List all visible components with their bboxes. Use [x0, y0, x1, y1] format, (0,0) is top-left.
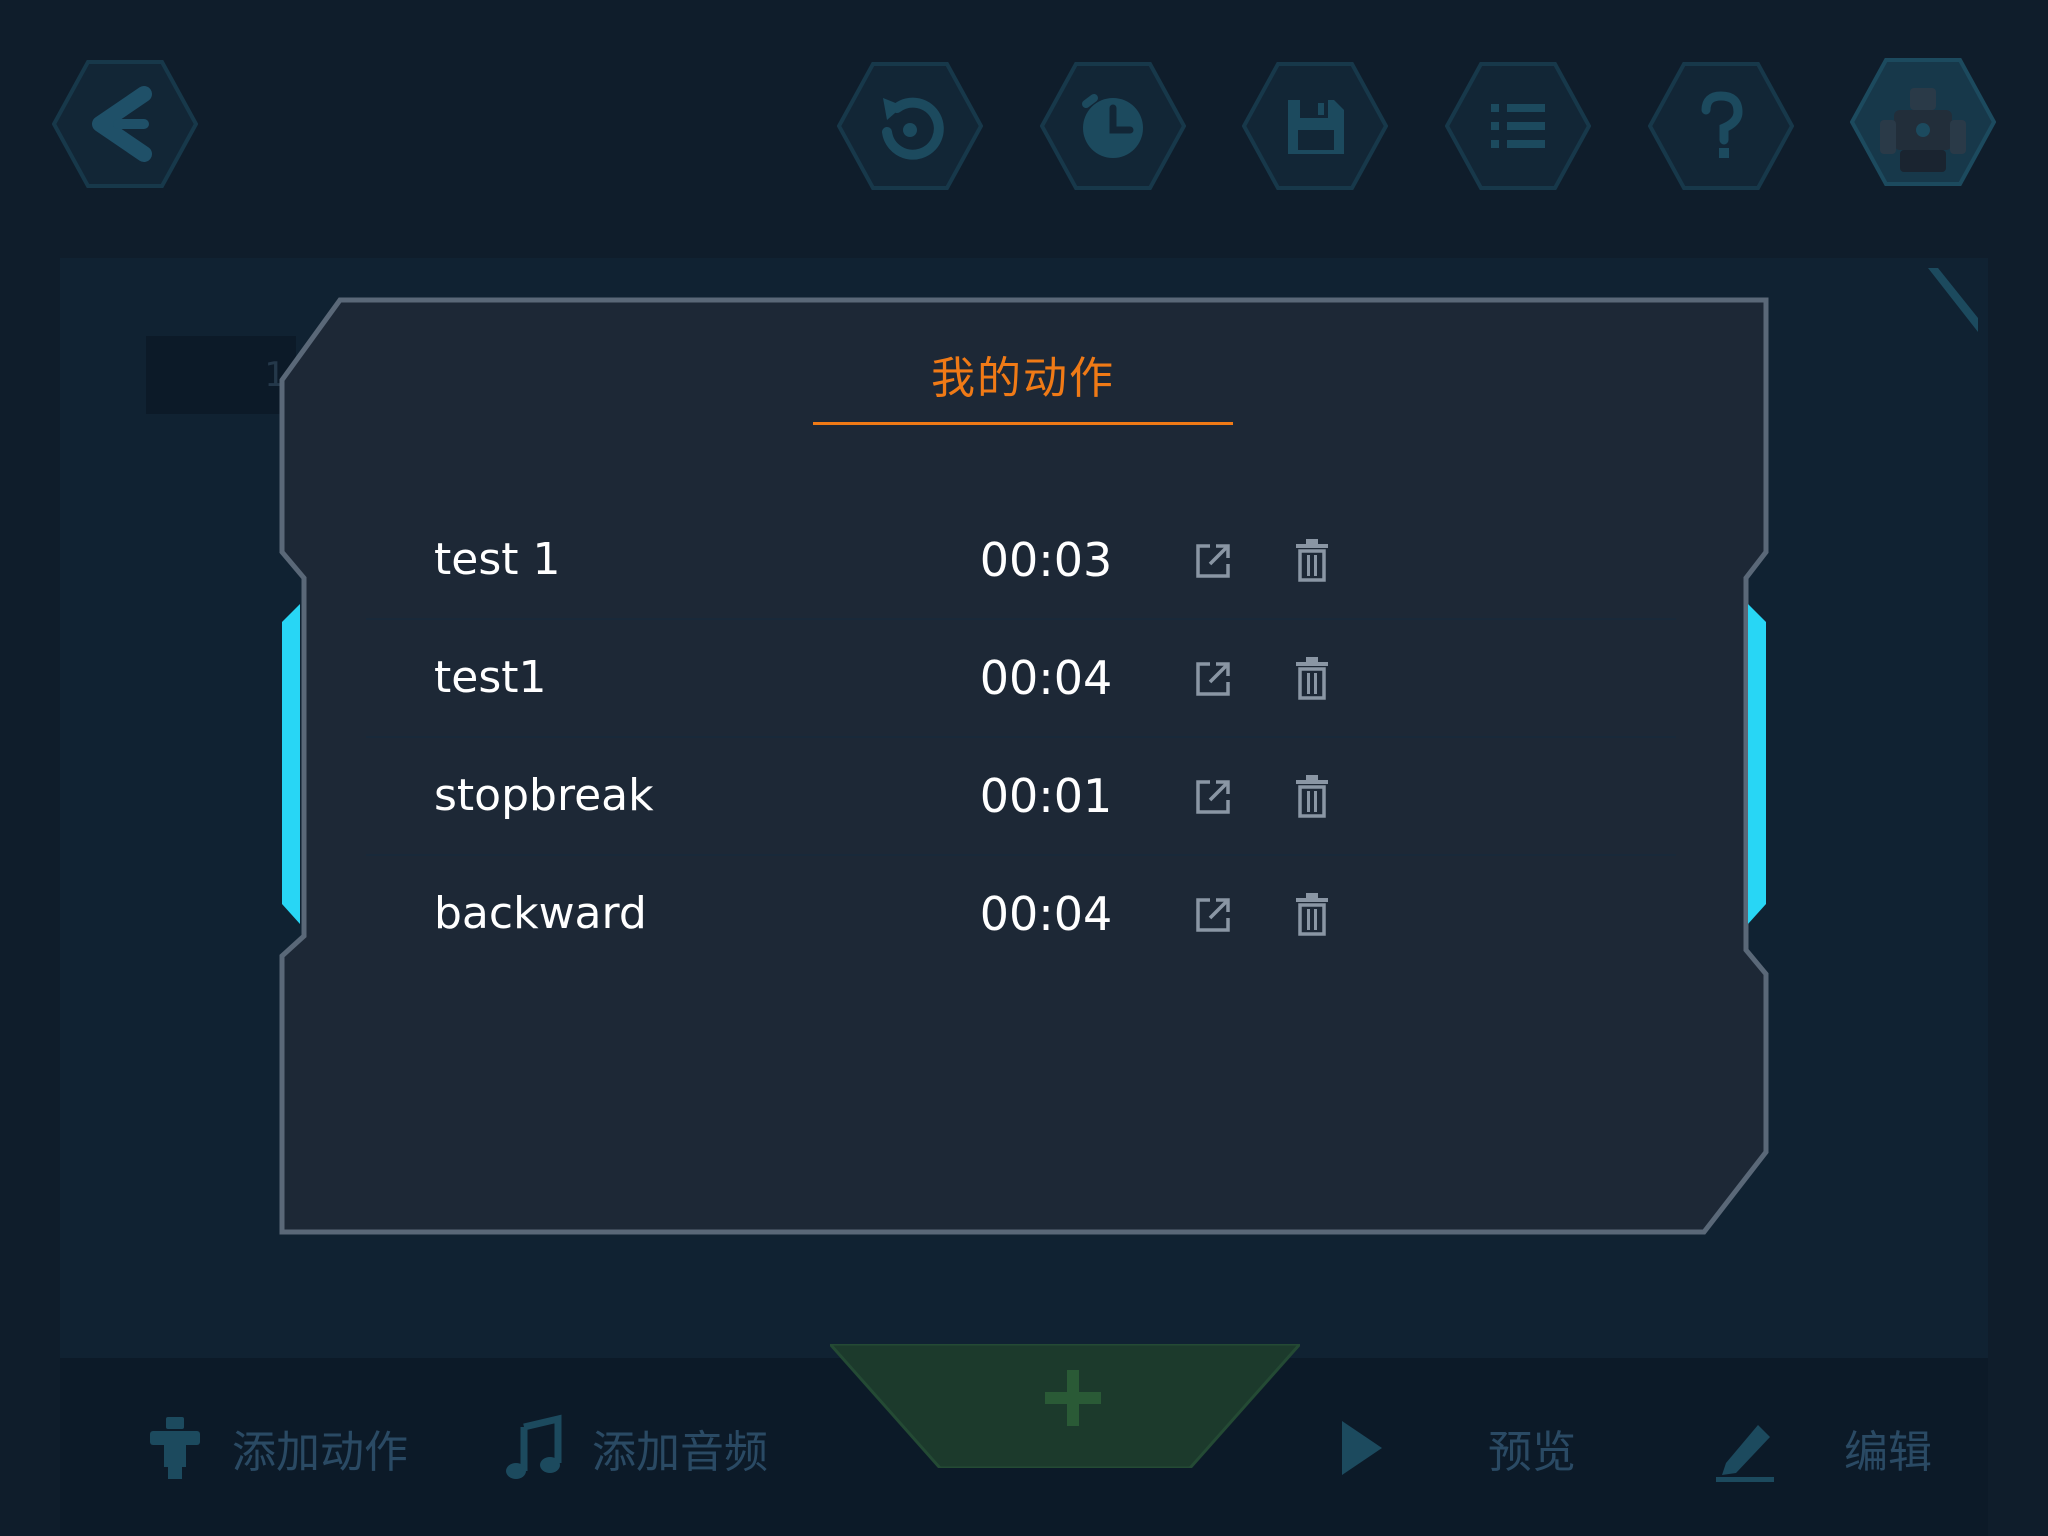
edit-label: 编辑: [1844, 1427, 1932, 1478]
help-icon: [1648, 62, 1794, 190]
add-audio-label: 添加音频: [592, 1427, 768, 1478]
reset-icon: [837, 62, 983, 190]
action-list: test 1 00:03 test1 00:04 stopbreak 00:01…: [366, 502, 1676, 972]
action-duration: 00:04: [979, 887, 1113, 941]
trash-icon[interactable]: [1292, 774, 1332, 818]
edit-button[interactable]: 编辑: [1712, 1408, 1932, 1488]
pencil-icon: [1712, 1413, 1782, 1483]
export-icon[interactable]: [1194, 658, 1234, 698]
export-icon[interactable]: [1194, 540, 1234, 580]
add-action-button[interactable]: 添加动作: [140, 1408, 408, 1488]
trash-icon[interactable]: [1292, 892, 1332, 936]
add-audio-button[interactable]: 添加音频: [500, 1408, 768, 1488]
export-icon[interactable]: [1194, 776, 1234, 816]
robot-icon: [1850, 58, 1996, 186]
action-row[interactable]: test1 00:04: [366, 620, 1676, 738]
clock-icon: [1040, 62, 1186, 190]
plus-icon: [830, 1344, 1300, 1468]
trash-icon[interactable]: [1292, 538, 1332, 582]
music-note-icon: [500, 1413, 570, 1483]
preview-button[interactable]: 预览: [1336, 1408, 1576, 1488]
action-name: stopbreak: [434, 770, 654, 821]
robot-figure-icon: [140, 1413, 210, 1483]
action-duration: 00:03: [979, 533, 1113, 587]
action-name: test1: [434, 652, 547, 703]
action-row[interactable]: backward 00:04: [366, 856, 1676, 972]
action-row[interactable]: test 1 00:03: [366, 502, 1676, 620]
action-editor-screen: 1 添加动作 添加音频 预览 编辑 我的动作 test 1 00:03 test…: [0, 0, 2048, 1536]
action-name: backward: [434, 888, 647, 939]
action-duration: 00:04: [979, 651, 1113, 705]
reset-button[interactable]: [837, 60, 983, 192]
play-icon: [1336, 1413, 1406, 1483]
export-icon[interactable]: [1194, 894, 1234, 934]
save-button[interactable]: [1242, 60, 1388, 192]
trash-icon[interactable]: [1292, 656, 1332, 700]
back-button[interactable]: [52, 58, 198, 190]
robot-button[interactable]: [1850, 56, 1996, 188]
list-button[interactable]: [1445, 60, 1591, 192]
save-icon: [1242, 62, 1388, 190]
help-button[interactable]: [1648, 60, 1794, 192]
back-arrow-icon: [52, 60, 198, 188]
list-icon: [1445, 62, 1591, 190]
corner-accent-icon: [1928, 268, 1978, 332]
timer-button[interactable]: [1040, 60, 1186, 192]
title-underline: [813, 422, 1233, 425]
action-row[interactable]: stopbreak 00:01: [366, 738, 1676, 856]
action-name: test 1: [434, 534, 561, 585]
dialog-title: 我的动作: [931, 353, 1115, 404]
add-action-label: 添加动作: [232, 1427, 408, 1478]
my-actions-dialog: 我的动作 test 1 00:03 test1 00:04 stopbreak …: [270, 290, 1780, 1250]
action-duration: 00:01: [979, 769, 1113, 823]
add-center-button[interactable]: [830, 1344, 1300, 1468]
preview-label: 预览: [1488, 1427, 1576, 1478]
